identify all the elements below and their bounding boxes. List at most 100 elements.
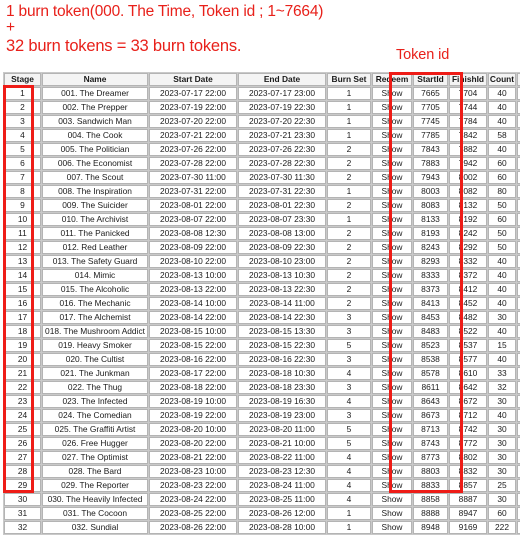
cell-start-date: 2023-07-30 11:00 [149, 171, 237, 184]
table-row: 9 009. The Suicider 2023-08-01 22:00 2023-0… [4, 199, 520, 212]
cell-end-date: 2023-08-13 10:30 [238, 269, 326, 282]
cell-start-date: 2023-08-13 10:00 [149, 269, 237, 282]
cell-redeem[interactable]: Show [372, 143, 412, 156]
table-body: 1 001. The Dreamer 2023-07-17 22:00 2023-07… [4, 87, 520, 534]
cell-redeem[interactable]: Show [372, 353, 412, 366]
cell-end-date: 2023-08-13 22:30 [238, 283, 326, 296]
cell-redeem[interactable]: Show [372, 381, 412, 394]
cell-redeem[interactable]: Show [372, 507, 412, 520]
cell-redeem[interactable]: Show [372, 227, 412, 240]
table-row: 32 032. Sundial 2023-08-26 22:00 2023-08-28… [4, 521, 520, 534]
cell-redeem[interactable]: Show [372, 451, 412, 464]
cell-redeem[interactable]: Show [372, 157, 412, 170]
cell-name: 012. Red Leather [42, 241, 148, 254]
cell-redeem[interactable]: Show [372, 213, 412, 226]
cell-burn-set: 2 [327, 255, 371, 268]
cell-finish-id: 7744 [449, 101, 487, 114]
cell-redeem[interactable]: Show [372, 255, 412, 268]
column-header-start-id: StartId [413, 73, 448, 86]
annotation-line-2: 32 burn tokens = 33 burn tokens. [6, 37, 242, 56]
cell-start-date: 2023-08-14 10:00 [149, 297, 237, 310]
cell-burn-set: 2 [327, 227, 371, 240]
cell-redeem[interactable]: Show [372, 115, 412, 128]
cell-redeem[interactable]: Show [372, 423, 412, 436]
cell-finish-id: 8292 [449, 241, 487, 254]
cell-name: 022. The Thug [42, 381, 148, 394]
cell-burn-set: 3 [327, 353, 371, 366]
column-header-count: Count [488, 73, 516, 86]
cell-end-date: 2023-07-28 22:30 [238, 157, 326, 170]
cell-redeem[interactable]: Show [372, 199, 412, 212]
cell-start-id: 8453 [413, 311, 448, 324]
cell-redeem[interactable]: Show [372, 87, 412, 100]
cell-stage: 13 [4, 255, 41, 268]
table-row: 15 015. The Alcoholic 2023-08-13 22:00 2023… [4, 283, 520, 296]
table-row: 29 029. The Reporter 2023-08-23 22:00 2023-… [4, 479, 520, 492]
cell-redeem[interactable]: Show [372, 437, 412, 450]
cell-start-date: 2023-07-19 22:00 [149, 101, 237, 114]
cell-burn-set: 3 [327, 381, 371, 394]
cell-redeem[interactable]: Show [372, 395, 412, 408]
cell-redeem[interactable]: Show [372, 521, 412, 534]
cell-redeem[interactable]: Show [372, 479, 412, 492]
cell-burn-set: 2 [327, 143, 371, 156]
cell-finish-id: 7942 [449, 157, 487, 170]
cell-end-date: 2023-07-21 23:30 [238, 129, 326, 142]
cell-redeem[interactable]: Show [372, 241, 412, 254]
cell-count: 60 [488, 171, 516, 184]
cell-redeem[interactable]: Show [372, 409, 412, 422]
cell-start-id: 7745 [413, 115, 448, 128]
cell-redeem[interactable]: Show [372, 297, 412, 310]
cell-end-date: 2023-08-15 13:30 [238, 325, 326, 338]
cell-redeem[interactable]: Show [372, 465, 412, 478]
cell-burn-set: 1 [327, 129, 371, 142]
cell-end-date: 2023-08-07 23:30 [238, 213, 326, 226]
column-header-redeem: Redeem [372, 73, 412, 86]
cell-burn-set: 4 [327, 367, 371, 380]
table-header-row: Stage Name Start Date End Date Burn Set … [4, 73, 520, 86]
cell-end-date: 2023-08-19 23:00 [238, 409, 326, 422]
cell-name: 006. The Economist [42, 157, 148, 170]
cell-stage: 22 [4, 381, 41, 394]
cell-burn-set: 5 [327, 339, 371, 352]
cell-redeem[interactable]: Show [372, 101, 412, 114]
cell-start-date: 2023-08-23 10:00 [149, 465, 237, 478]
cell-stage: 18 [4, 325, 41, 338]
cell-end-date: 2023-08-09 22:30 [238, 241, 326, 254]
cell-redeem[interactable]: Show [372, 171, 412, 184]
table-row: 21 021. The Junkman 2023-08-17 22:00 2023-0… [4, 367, 520, 380]
table-row: 13 013. The Safety Guard 2023-08-10 22:00 2… [4, 255, 520, 268]
cell-count: 40 [488, 255, 516, 268]
cell-end-date: 2023-08-15 22:30 [238, 339, 326, 352]
cell-finish-id: 8577 [449, 353, 487, 366]
cell-start-date: 2023-08-16 22:00 [149, 353, 237, 366]
cell-name: 024. The Comedian [42, 409, 148, 422]
cell-start-date: 2023-08-15 22:00 [149, 339, 237, 352]
cell-redeem[interactable]: Show [372, 339, 412, 352]
cell-start-id: 8888 [413, 507, 448, 520]
cell-name: 018. The Mushroom Addict [42, 325, 148, 338]
cell-burn-set: 2 [327, 241, 371, 254]
column-header-end-date: End Date [238, 73, 326, 86]
cell-name: 004. The Cook [42, 129, 148, 142]
cell-start-date: 2023-08-17 22:00 [149, 367, 237, 380]
cell-redeem[interactable]: Show [372, 129, 412, 142]
cell-redeem[interactable]: Show [372, 325, 412, 338]
cell-redeem[interactable]: Show [372, 185, 412, 198]
cell-name: 029. The Reporter [42, 479, 148, 492]
cell-start-id: 8611 [413, 381, 448, 394]
column-header-finish-id: FinishId [449, 73, 487, 86]
cell-end-date: 2023-08-10 23:00 [238, 255, 326, 268]
cell-finish-id: 8132 [449, 199, 487, 212]
cell-start-date: 2023-08-19 10:00 [149, 395, 237, 408]
column-header-start-date: Start Date [149, 73, 237, 86]
cell-count: 33 [488, 367, 516, 380]
cell-redeem[interactable]: Show [372, 283, 412, 296]
cell-redeem[interactable]: Show [372, 367, 412, 380]
cell-end-date: 2023-08-01 22:30 [238, 199, 326, 212]
cell-finish-id: 7842 [449, 129, 487, 142]
cell-start-id: 8578 [413, 367, 448, 380]
cell-redeem[interactable]: Show [372, 269, 412, 282]
cell-redeem[interactable]: Show [372, 311, 412, 324]
cell-count: 40 [488, 87, 516, 100]
